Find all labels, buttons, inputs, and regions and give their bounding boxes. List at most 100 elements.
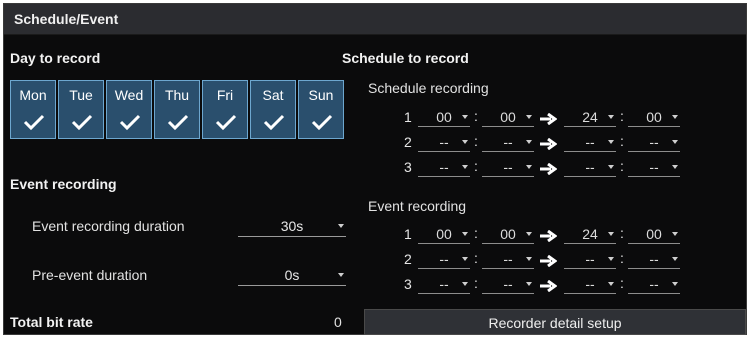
check-icon (311, 114, 333, 131)
start-minute-select[interactable]: -- (482, 249, 534, 269)
day-toggle-sat[interactable]: Sat (250, 80, 296, 139)
end-hour-select[interactable]: -- (564, 274, 616, 294)
chevron-down-icon (338, 273, 344, 277)
chevron-down-icon (608, 232, 614, 236)
start-hour-select[interactable]: -- (418, 249, 470, 269)
check-icon (215, 114, 237, 131)
chevron-down-icon (526, 140, 532, 144)
time-colon: : (620, 133, 624, 149)
chevron-down-icon (672, 165, 678, 169)
pre-event-select[interactable]: 0s (238, 264, 346, 286)
time-colon: : (620, 275, 624, 291)
day-label: Sat (262, 87, 284, 103)
start-hour-select[interactable]: 00 (418, 224, 470, 244)
total-bit-rate-value: 0 (334, 314, 342, 330)
chevron-down-icon (672, 140, 678, 144)
day-label: Mon (19, 87, 47, 103)
chevron-down-icon (462, 165, 468, 169)
event-schedule-label: Event recording (368, 198, 467, 214)
row-number: 2 (404, 134, 412, 150)
end-minute-select[interactable]: 00 (628, 224, 680, 244)
event-duration-value: 30s (280, 218, 304, 234)
arrow-right-icon (540, 138, 557, 150)
end-hour-select[interactable]: -- (564, 132, 616, 152)
start-minute-select[interactable]: -- (482, 274, 534, 294)
schedule-event-panel: Schedule/Event Day to record Mon Tue Wed… (3, 3, 747, 335)
chevron-down-icon (462, 257, 468, 261)
start-minute-select[interactable]: -- (482, 157, 534, 177)
end-minute-select[interactable]: -- (628, 249, 680, 269)
end-hour-select[interactable]: -- (564, 157, 616, 177)
time-colon: : (474, 108, 478, 124)
button-label: Recorder detail setup (488, 315, 622, 331)
row-number: 1 (404, 226, 412, 242)
schedule-recording-label: Schedule recording (368, 80, 489, 96)
chevron-down-icon (526, 282, 532, 286)
start-minute-select[interactable]: 00 (482, 107, 534, 127)
event-recording-title: Event recording (10, 176, 117, 192)
day-toggle-fri[interactable]: Fri (202, 80, 248, 139)
chevron-down-icon (462, 282, 468, 286)
end-minute-select[interactable]: 00 (628, 107, 680, 127)
day-toggle-tue[interactable]: Tue (58, 80, 104, 139)
arrow-right-icon (540, 230, 557, 242)
pre-event-value: 0s (284, 267, 300, 283)
chevron-down-icon (526, 165, 532, 169)
end-hour-select[interactable]: -- (564, 249, 616, 269)
start-hour-select[interactable]: 00 (418, 107, 470, 127)
schedule-to-record-title: Schedule to record (342, 50, 469, 66)
chevron-down-icon (526, 257, 532, 261)
day-label: Sun (308, 87, 334, 103)
pre-event-label: Pre-event duration (32, 267, 148, 283)
event-duration-label: Event recording duration (32, 218, 185, 234)
panel-titlebar: Schedule/Event (4, 4, 746, 35)
chevron-down-icon (462, 115, 468, 119)
arrow-right-icon (540, 113, 557, 125)
panel-title: Schedule/Event (14, 11, 119, 27)
recorder-detail-setup-button[interactable]: Recorder detail setup (364, 309, 746, 335)
start-minute-select[interactable]: 00 (482, 224, 534, 244)
time-colon: : (474, 158, 478, 174)
chevron-down-icon (672, 115, 678, 119)
chevron-down-icon (608, 115, 614, 119)
check-icon (71, 114, 93, 131)
day-label: Fri (216, 87, 234, 103)
chevron-down-icon (462, 232, 468, 236)
check-icon (263, 114, 285, 131)
chevron-down-icon (608, 140, 614, 144)
end-minute-select[interactable]: -- (628, 157, 680, 177)
chevron-down-icon (608, 282, 614, 286)
check-icon (167, 114, 189, 131)
start-hour-select[interactable]: -- (418, 274, 470, 294)
row-number: 2 (404, 251, 412, 267)
arrow-right-icon (540, 163, 557, 175)
chevron-down-icon (338, 224, 344, 228)
check-icon (23, 114, 45, 131)
time-colon: : (474, 275, 478, 291)
end-hour-select[interactable]: 24 (564, 224, 616, 244)
start-hour-select[interactable]: -- (418, 157, 470, 177)
time-colon: : (620, 108, 624, 124)
arrow-right-icon (540, 280, 557, 292)
chevron-down-icon (672, 232, 678, 236)
end-hour-select[interactable]: 24 (564, 107, 616, 127)
end-minute-select[interactable]: -- (628, 132, 680, 152)
row-number: 3 (404, 159, 412, 175)
time-colon: : (620, 225, 624, 241)
day-toggle-sun[interactable]: Sun (298, 80, 344, 139)
day-label: Tue (69, 87, 93, 103)
time-colon: : (620, 158, 624, 174)
start-minute-select[interactable]: -- (482, 132, 534, 152)
day-toggle-thu[interactable]: Thu (154, 80, 200, 139)
chevron-down-icon (672, 257, 678, 261)
chevron-down-icon (608, 257, 614, 261)
day-toggle-mon[interactable]: Mon (10, 80, 56, 139)
row-number: 3 (404, 276, 412, 292)
day-label: Thu (164, 87, 190, 103)
chevron-down-icon (462, 140, 468, 144)
day-toggle-wed[interactable]: Wed (106, 80, 152, 139)
end-minute-select[interactable]: -- (628, 274, 680, 294)
start-hour-select[interactable]: -- (418, 132, 470, 152)
day-to-record-title: Day to record (10, 50, 101, 66)
event-duration-select[interactable]: 30s (238, 215, 346, 237)
